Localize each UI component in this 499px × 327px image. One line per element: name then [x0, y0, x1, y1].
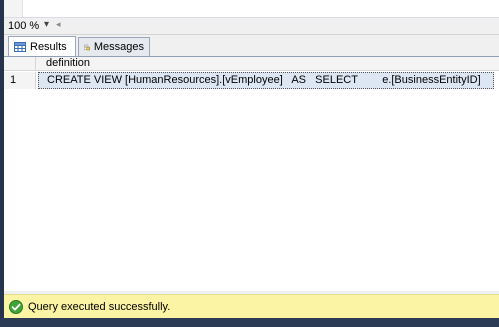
table-row: 1 CREATE VIEW [HumanResources].[vEmploye… [4, 72, 499, 89]
results-tabstrip: Results Messages [4, 35, 499, 57]
window-bottom-frame [0, 318, 499, 327]
scroll-left-icon[interactable]: ◂ [56, 19, 61, 30]
definition-cell[interactable]: CREATE VIEW [HumanResources].[vEmployee]… [38, 72, 494, 89]
zoom-level[interactable]: 100 % [8, 20, 39, 32]
query-status-bar: Query executed successfully. [4, 294, 499, 318]
tab-messages-label: Messages [93, 41, 144, 53]
row-number[interactable]: 1 [4, 72, 36, 89]
query-editor[interactable] [4, 0, 499, 18]
tab-results-label: Results [30, 40, 67, 53]
tab-results[interactable]: Results [8, 36, 76, 56]
results-grid-icon [14, 41, 26, 52]
column-header-definition[interactable]: definition [36, 57, 499, 71]
zoom-bar: 100 % ▾ ◂ [4, 18, 499, 35]
row-number-header[interactable] [4, 57, 36, 71]
grid-header-row: definition [4, 57, 499, 71]
success-check-icon [9, 299, 23, 314]
zoom-dropdown-icon[interactable]: ▾ [44, 19, 49, 30]
results-grid: definition 1 CREATE VIEW [HumanResources… [4, 57, 499, 291]
messages-icon [84, 44, 90, 50]
status-text: Query executed successfully. [28, 300, 171, 313]
editor-gutter [4, 0, 23, 17]
tab-messages[interactable]: Messages [78, 37, 150, 56]
